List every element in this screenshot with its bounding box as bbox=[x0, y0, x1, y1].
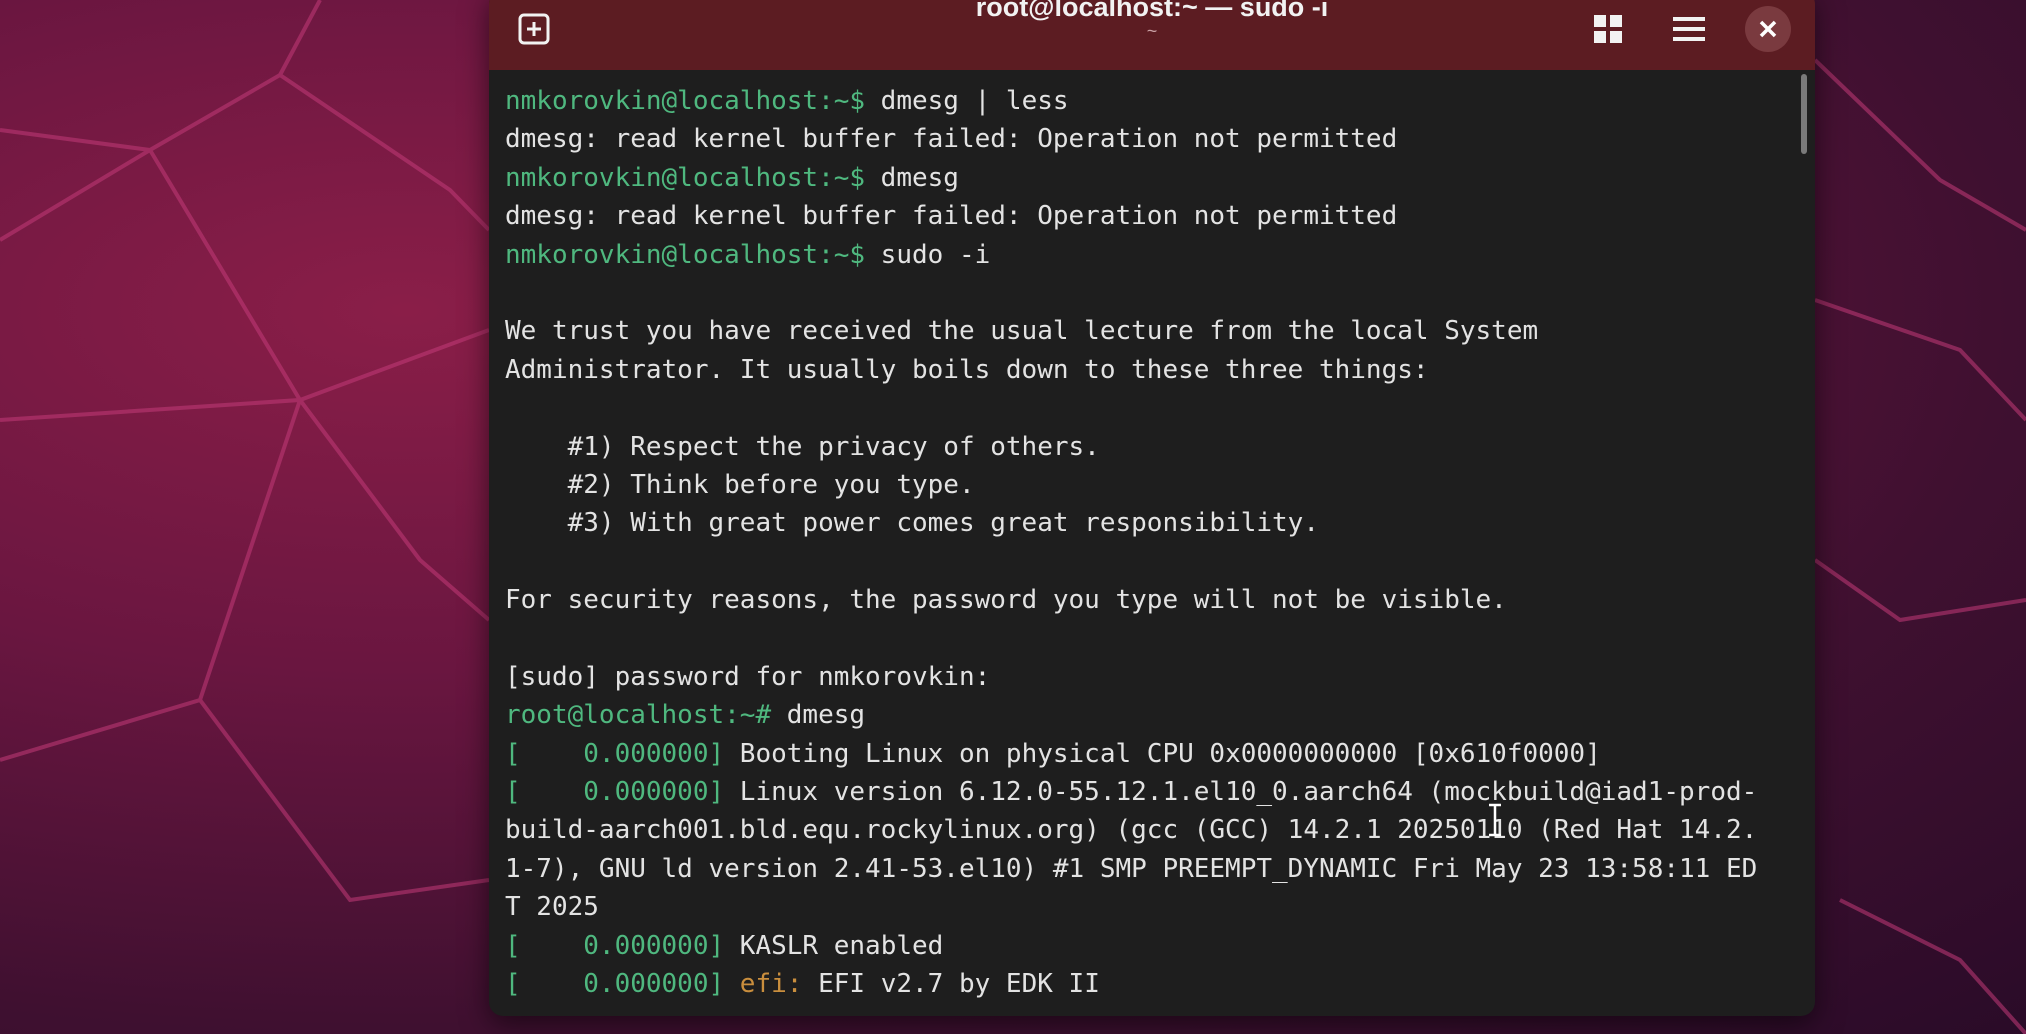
output-text: KASLR enabled bbox=[724, 930, 944, 961]
terminal-line: Administrator. It usually boils down to … bbox=[505, 351, 1795, 389]
close-button[interactable] bbox=[1745, 6, 1791, 52]
output-text: We trust you have received the usual lec… bbox=[505, 316, 1539, 347]
output-text: Administrator. It usually boils down to … bbox=[505, 354, 1429, 385]
terminal-line: 1-7), GNU ld version 2.41-53.el10) #1 SM… bbox=[505, 850, 1795, 888]
terminal-line: T 2025 bbox=[505, 888, 1795, 926]
window-subtitle: ~ bbox=[1146, 21, 1158, 41]
output-text: [sudo] password for nmkorovkin: bbox=[505, 661, 991, 692]
new-tab-icon bbox=[518, 13, 550, 45]
output-text: #1) Respect the privacy of others. bbox=[505, 431, 1100, 462]
output-text: #3) With great power comes great respons… bbox=[505, 508, 1319, 539]
shell-command: dmesg bbox=[865, 162, 959, 193]
terminal-line: dmesg: read kernel buffer failed: Operat… bbox=[505, 120, 1795, 158]
shell-prompt: nmkorovkin@localhost:~$ bbox=[505, 239, 866, 270]
shell-command: dmesg bbox=[771, 700, 866, 731]
window-titlebar[interactable]: root@localhost:~ — sudo -i ~ bbox=[489, 0, 1815, 70]
shell-prompt: nmkorovkin@localhost:~$ bbox=[505, 86, 866, 116]
output-text: T 2025 bbox=[505, 892, 599, 923]
terminal-line: nmkorovkin@localhost:~$ dmesg bbox=[505, 159, 1795, 197]
shell-prompt: root@localhost:~# bbox=[505, 700, 772, 731]
output-text: dmesg: read kernel buffer failed: Operat… bbox=[505, 201, 1398, 232]
tab-overview-button[interactable] bbox=[1585, 6, 1631, 52]
terminal-window: root@localhost:~ — sudo -i ~ nmkorovkin@… bbox=[489, 0, 1815, 1016]
terminal-line: nmkorovkin@localhost:~$ dmesg | less bbox=[505, 82, 1795, 120]
output-text: build-aarch001.bld.equ.rockylinux.org) (… bbox=[505, 815, 1758, 846]
terminal-line: We trust you have received the usual lec… bbox=[505, 312, 1795, 350]
output-text: Booting Linux on physical CPU 0x00000000… bbox=[724, 738, 1601, 769]
dmesg-timestamp: [ 0.000000] bbox=[505, 777, 725, 808]
terminal-line: [ 0.000000] efi: EFI v2.7 by EDK II bbox=[505, 965, 1795, 1003]
terminal-line: [ 0.000000] KASLR enabled bbox=[505, 927, 1795, 965]
output-text: 1-7), GNU ld version 2.41-53.el10) #1 SM… bbox=[505, 853, 1758, 884]
terminal-line: dmesg: read kernel buffer failed: Operat… bbox=[505, 197, 1795, 235]
terminal-scrollbar[interactable] bbox=[1801, 74, 1807, 154]
main-menu-button[interactable] bbox=[1666, 6, 1712, 52]
terminal-line: [ 0.000000] Linux version 6.12.0-55.12.1… bbox=[505, 773, 1795, 811]
terminal-line: #3) With great power comes great respons… bbox=[505, 504, 1795, 542]
output-text: EFI v2.7 by EDK II bbox=[802, 968, 1100, 999]
terminal-line: For security reasons, the password you t… bbox=[505, 581, 1795, 619]
terminal-line: nmkorovkin@localhost:~$ sudo -i bbox=[505, 236, 1795, 274]
dmesg-timestamp: [ 0.000000] bbox=[505, 738, 725, 769]
terminal-line: #1) Respect the privacy of others. bbox=[505, 428, 1795, 466]
new-tab-button[interactable] bbox=[511, 6, 557, 52]
terminal-line: [sudo] password for nmkorovkin: bbox=[505, 658, 1795, 696]
output-text: dmesg: read kernel buffer failed: Operat… bbox=[505, 124, 1398, 155]
shell-prompt: nmkorovkin@localhost:~$ bbox=[505, 162, 866, 193]
close-icon bbox=[1759, 20, 1777, 38]
mouse-ibeam-cursor-icon bbox=[1487, 803, 1503, 837]
terminal-line: [ 0.000000] Booting Linux on physical CP… bbox=[505, 735, 1795, 773]
output-text: #2) Think before you type. bbox=[505, 469, 975, 500]
dmesg-subsystem: efi: bbox=[724, 968, 803, 999]
terminal-output[interactable]: nmkorovkin@localhost:~$ dmesg | less dmes… bbox=[505, 82, 1795, 1012]
hamburger-menu-icon bbox=[1673, 17, 1705, 41]
grid-icon bbox=[1594, 15, 1622, 43]
dmesg-timestamp: [ 0.000000] bbox=[505, 968, 725, 999]
dmesg-timestamp: [ 0.000000] bbox=[505, 930, 725, 961]
terminal-line: #2) Think before you type. bbox=[505, 466, 1795, 504]
shell-command: dmesg | less bbox=[865, 86, 1069, 116]
shell-command: sudo -i bbox=[865, 239, 991, 270]
terminal-line: root@localhost:~# dmesg bbox=[505, 696, 1795, 734]
terminal-line: build-aarch001.bld.equ.rockylinux.org) (… bbox=[505, 811, 1795, 849]
output-text: For security reasons, the password you t… bbox=[505, 585, 1507, 616]
output-text: Linux version 6.12.0-55.12.1.el10_0.aarc… bbox=[724, 777, 1758, 808]
